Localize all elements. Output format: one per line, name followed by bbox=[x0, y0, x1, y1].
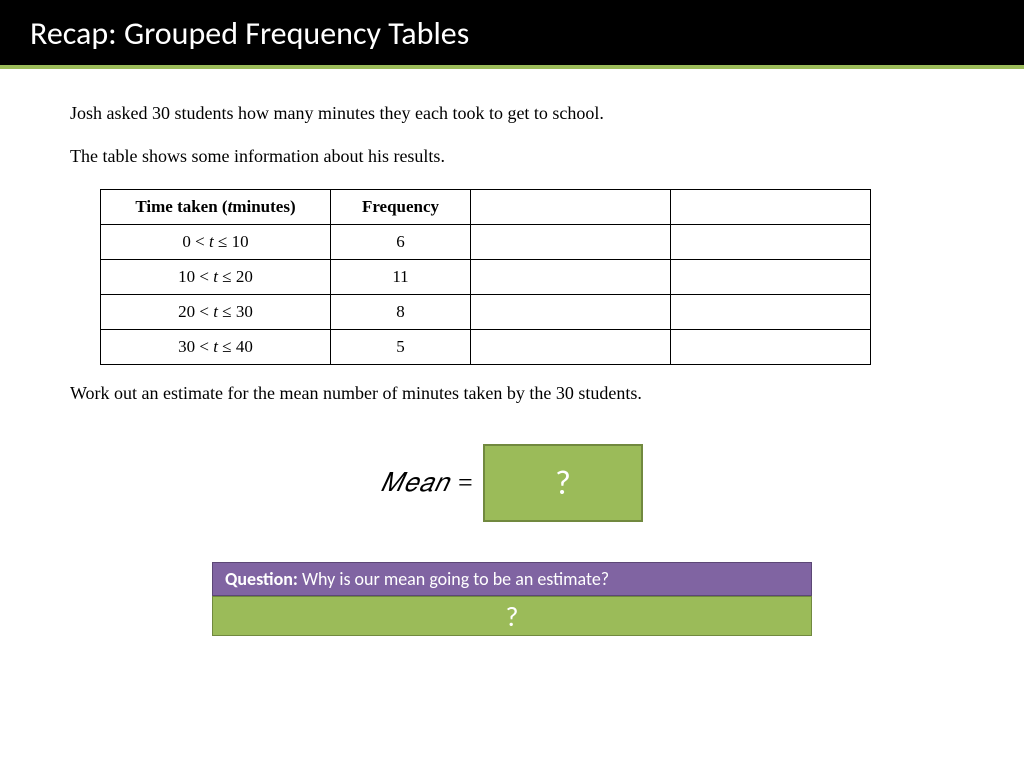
header-empty-2 bbox=[671, 190, 871, 225]
cell-time: 0 < t ≤ 10 bbox=[101, 225, 331, 260]
cell-freq: 11 bbox=[331, 260, 471, 295]
mean-label: 𝑀𝑒𝑎𝑛 = bbox=[381, 468, 475, 499]
intro-line-1: Josh asked 30 students how many minutes … bbox=[70, 103, 954, 124]
intro-line-2: The table shows some information about h… bbox=[70, 146, 954, 167]
cell-time: 30 < t ≤ 40 bbox=[101, 330, 331, 365]
title-bar: Recap: Grouped Frequency Tables bbox=[0, 0, 1024, 65]
table-row: 20 < t ≤ 30 8 bbox=[101, 295, 871, 330]
header-time: Time taken (tminutes) bbox=[101, 190, 331, 225]
question-block: Question: Why is our mean going to be an… bbox=[212, 562, 812, 636]
cell-freq: 6 bbox=[331, 225, 471, 260]
content-area: Josh asked 30 students how many minutes … bbox=[0, 69, 1024, 636]
table-row: 30 < t ≤ 40 5 bbox=[101, 330, 871, 365]
cell-time: 10 < t ≤ 20 bbox=[101, 260, 331, 295]
slide-title: Recap: Grouped Frequency Tables bbox=[30, 14, 994, 53]
cell-freq: 5 bbox=[331, 330, 471, 365]
header-empty-1 bbox=[471, 190, 671, 225]
header-frequency: Frequency bbox=[331, 190, 471, 225]
answer-box[interactable]: ? bbox=[212, 596, 812, 636]
table-header-row: Time taken (tminutes) Frequency bbox=[101, 190, 871, 225]
table-row: 10 < t ≤ 20 11 bbox=[101, 260, 871, 295]
mean-row: 𝑀𝑒𝑎𝑛 = ? bbox=[70, 444, 954, 522]
question-text: Why is our mean going to be an estimate? bbox=[298, 568, 609, 590]
cell-empty bbox=[671, 260, 871, 295]
question-bar: Question: Why is our mean going to be an… bbox=[212, 562, 812, 596]
cell-empty bbox=[671, 295, 871, 330]
cell-empty bbox=[471, 295, 671, 330]
cell-empty bbox=[471, 330, 671, 365]
cell-freq: 8 bbox=[331, 295, 471, 330]
intro-text: Josh asked 30 students how many minutes … bbox=[70, 103, 954, 167]
frequency-table: Time taken (tminutes) Frequency 0 < t ≤ … bbox=[100, 189, 871, 365]
workout-prompt: Work out an estimate for the mean number… bbox=[70, 383, 954, 404]
cell-empty bbox=[471, 260, 671, 295]
cell-time: 20 < t ≤ 30 bbox=[101, 295, 331, 330]
mean-answer-box[interactable]: ? bbox=[483, 444, 643, 522]
cell-empty bbox=[671, 225, 871, 260]
cell-empty bbox=[471, 225, 671, 260]
cell-empty bbox=[671, 330, 871, 365]
question-label: Question: bbox=[225, 568, 298, 590]
table-row: 0 < t ≤ 10 6 bbox=[101, 225, 871, 260]
